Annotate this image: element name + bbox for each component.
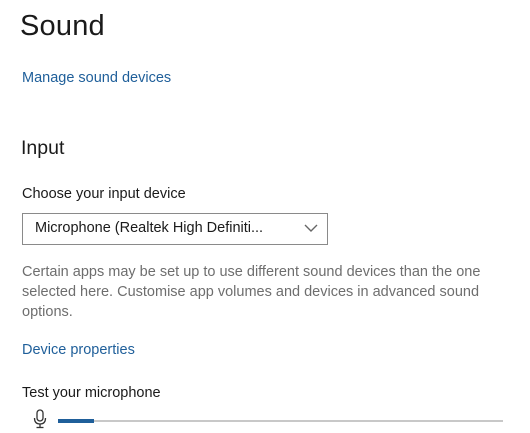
page-title: Sound bbox=[20, 10, 105, 42]
input-help-text: Certain apps may be set up to use differ… bbox=[22, 264, 481, 320]
sound-settings-page: Sound Manage sound devices Input Choose … bbox=[0, 0, 530, 433]
chevron-down-icon bbox=[304, 224, 318, 232]
manage-sound-devices-link[interactable]: Manage sound devices bbox=[22, 70, 171, 86]
device-properties-link[interactable]: Device properties bbox=[22, 342, 135, 358]
microphone-icon bbox=[33, 409, 47, 429]
microphone-level-meter bbox=[58, 419, 503, 423]
input-section-heading: Input bbox=[21, 137, 65, 159]
input-device-dropdown[interactable]: Microphone (Realtek High Definiti... bbox=[22, 213, 328, 245]
test-microphone-label: Test your microphone bbox=[22, 385, 161, 401]
selected-input-device: Microphone (Realtek High Definiti... bbox=[35, 220, 264, 236]
choose-input-device-label: Choose your input device bbox=[22, 186, 186, 202]
microphone-level-fill bbox=[58, 419, 94, 423]
